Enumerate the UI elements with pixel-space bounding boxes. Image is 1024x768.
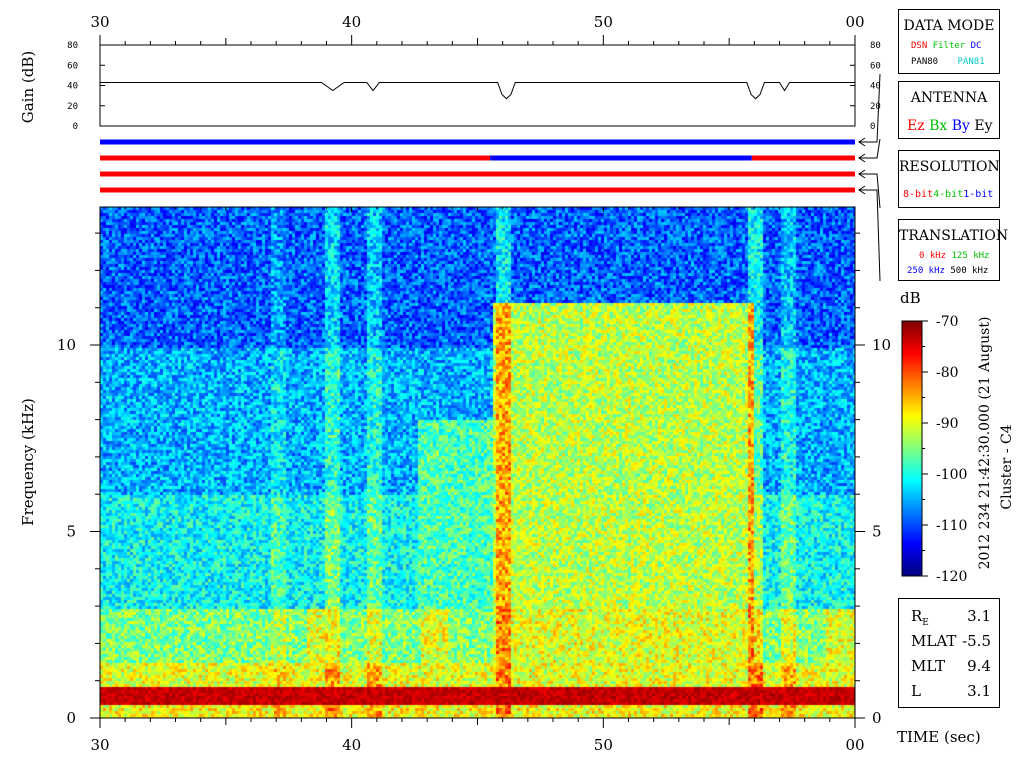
antenna-box: ANTENNA Ez Bx By Ey <box>898 81 1000 139</box>
125khz-label: 125 kHz <box>951 251 990 261</box>
colorbar-frame <box>901 320 923 577</box>
y-tick-label-right: 0 <box>872 709 882 727</box>
antenna-title: ANTENNA <box>910 90 988 106</box>
data-mode-box: DATA MODE DSN Filter DC PAN80 PAN81 <box>898 9 1000 74</box>
colorbar-label: dB <box>900 289 921 307</box>
pan81-label: PAN81 <box>957 57 985 67</box>
info-row-l: L 3.1 <box>911 682 991 700</box>
spectrogram-figure: -70 -80 -90 -100 -110 -120 30 30 40 40 50 50 00 00 0 0 5… <box>0 0 1024 768</box>
data-mode-title: DATA MODE <box>903 18 995 34</box>
4bit-label: 4-bit <box>933 189 964 200</box>
gain-tick-label-right: 60 <box>870 61 881 71</box>
x-tick-label-bottom: 30 <box>90 736 109 754</box>
status-bar-translation <box>100 187 855 193</box>
mlat-value: -5.5 <box>962 632 991 650</box>
subtitle-vertical: Cluster - C4 <box>999 424 1015 510</box>
x-tick-label-top: 50 <box>594 13 613 31</box>
status-bar-resolution <box>100 171 855 177</box>
gain-line <box>100 81 855 100</box>
x-tick-label-top: 40 <box>342 13 361 31</box>
status-bar-data_mode <box>100 139 855 145</box>
re-sub: E <box>922 618 929 628</box>
colorbar-tick-label: -70 <box>936 314 959 330</box>
status-bar-antenna <box>100 155 491 161</box>
8bit-label: 8-bit <box>903 189 934 200</box>
500khz-label: 500 kHz <box>950 266 989 276</box>
y-tick-label-left: 5 <box>66 523 76 541</box>
spectrogram-frame <box>99 206 856 719</box>
title-vertical: 2012 234 21:42:30.000 (21 August) <box>977 316 993 570</box>
dc-label: DC <box>970 41 982 51</box>
colorbar-tick-label: -100 <box>936 467 967 483</box>
gain-tick-label-left: 0 <box>73 122 78 132</box>
gain-axis-label: Gain (dB) <box>19 50 37 124</box>
pan80-label: PAN80 <box>911 57 939 67</box>
y-axis-label: Frequency (kHz) <box>19 398 37 526</box>
l-label: L <box>911 682 921 700</box>
x-tick-label-bottom: 00 <box>845 736 864 754</box>
y-tick-label-right: 10 <box>872 336 891 354</box>
re-value: 3.1 <box>967 607 991 625</box>
by-label: By <box>951 118 970 134</box>
colorbar-tick-label: -80 <box>936 365 959 381</box>
l-value: 3.1 <box>967 682 991 700</box>
ey-label: Ey <box>974 118 993 134</box>
250khz-label: 250 kHz <box>907 266 945 276</box>
colorbar-tick-label: -90 <box>936 416 959 432</box>
info-row-mlt: MLT 9.4 <box>911 657 991 675</box>
gain-tick-label-right: 20 <box>870 102 881 112</box>
gain-tick-label-left: 60 <box>67 61 78 71</box>
filter-label: Filter <box>932 41 966 51</box>
info-row-re: RE 3.1 <box>911 607 991 628</box>
gain-tick-label-right: 0 <box>870 122 875 132</box>
dsn-label: DSN <box>911 41 928 51</box>
colorbar-tick-label: -120 <box>936 569 967 585</box>
mlat-label: MLAT <box>911 632 957 650</box>
y-tick-label-left: 10 <box>57 336 76 354</box>
1bit-label: 1-bit <box>963 189 994 200</box>
gain-tick-label-left: 20 <box>67 102 78 112</box>
orbit-info-box: RE 3.1 MLAT -5.5 MLT 9.4 L 3.1 <box>898 598 1000 708</box>
info-row-mlat: MLAT -5.5 <box>911 632 991 650</box>
mlt-label: MLT <box>911 657 946 675</box>
y-tick-label-left: 0 <box>66 709 76 727</box>
ez-label: Ez <box>907 118 925 134</box>
translation-title: TRANSLATION <box>899 228 1009 244</box>
x-tick-label-top: 30 <box>90 13 109 31</box>
chart-overlay: -70-80-90-100-110-12030304040505000000 05… <box>57 13 968 754</box>
gain-tick-label-right: 80 <box>870 41 881 51</box>
x-tick-label-top: 00 <box>845 13 864 31</box>
mlt-value: 9.4 <box>967 657 991 675</box>
x-tick-label-bottom: 50 <box>594 736 613 754</box>
re-label: R <box>911 607 923 625</box>
x-tick-label-bottom: 40 <box>342 736 361 754</box>
translation-box: TRANSLATION 0 kHz 125 kHz 250 kHz 500 kH… <box>898 219 1009 281</box>
resolution-box: RESOLUTION 8-bit4-bit1-bit <box>898 150 1000 208</box>
y-tick-label-right: 5 <box>872 523 882 541</box>
0khz-label: 0 kHz <box>919 251 947 261</box>
x-axis-label: TIME (sec) <box>897 728 981 746</box>
gain-tick-label-left: 80 <box>67 41 78 51</box>
status-connector-translation <box>859 189 881 282</box>
resolution-title: RESOLUTION <box>899 159 1000 175</box>
colorbar-tick-label: -110 <box>936 518 967 534</box>
status-bar-antenna <box>751 155 855 161</box>
gain-panel-frame <box>99 44 856 127</box>
gain-tick-label-left: 40 <box>67 82 78 92</box>
bx-label: Bx <box>929 118 948 134</box>
status-bar-antenna <box>490 155 752 161</box>
